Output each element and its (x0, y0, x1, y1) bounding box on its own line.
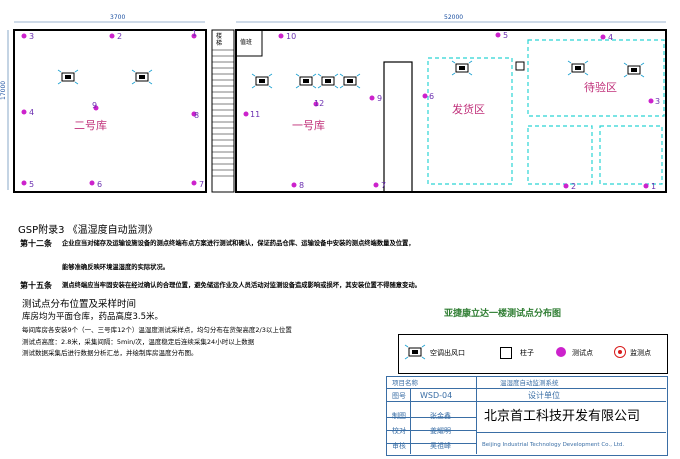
partition (383, 61, 413, 193)
article15-label: 第十五条 (20, 281, 52, 290)
zone-bottom-b (599, 125, 663, 185)
note-line4: 测试数据采集后进行数据分析汇总，并绘制库房温度分布图。 (22, 349, 198, 357)
point-label: 8 (299, 181, 305, 190)
room2-wall (13, 29, 207, 193)
point-label: 6 (429, 92, 435, 101)
dim-vertical: 17000 (0, 80, 7, 100)
legend-test-point-label: 测试点 (572, 349, 593, 357)
title-hline (476, 401, 666, 402)
gsp-header: GSP附录3 《温湿度自动监测》 (18, 225, 158, 236)
company-name-en: Beijing Industrial Technology Developmen… (482, 442, 625, 448)
article12-label: 第十二条 (20, 239, 52, 248)
stair-label: 楼梯 (216, 33, 223, 47)
drafter-label: 制图 (392, 412, 406, 420)
monitor-point-icon (614, 346, 626, 358)
room1-label: 一号库 (292, 119, 325, 132)
room2-label: 二号库 (74, 119, 107, 132)
pending-label: 待验区 (584, 81, 617, 94)
point-label: 10 (286, 32, 297, 41)
pending-zone (527, 39, 665, 117)
point-label: 7 (199, 180, 205, 189)
dim-right: 52000 (444, 14, 464, 21)
drawing-no-value: WSD-04 (420, 391, 453, 400)
design-unit-label: 设计单位 (528, 391, 560, 400)
drawing-no-label: 图号 (392, 392, 406, 400)
legend-monitor-point-label: 监测点 (630, 349, 651, 357)
note-line2: 每间库房各安装9个（一、三号库12个）温湿度测试采样点，均匀分布在货架高度2/3… (22, 326, 292, 334)
point-label: 4 (608, 33, 614, 42)
title-hline (476, 388, 666, 389)
point-label: 7 (381, 181, 387, 190)
approver-value: 吴祖峰 (430, 442, 451, 450)
article12-line2: 能够准确反映环境温湿度的实际状况。 (62, 264, 170, 271)
legend-ac-label: 空调出风口 (430, 349, 465, 357)
stair (211, 29, 235, 193)
article15-line1: 测点终端应当牢固安装在经过确认的合理位置，避免储运作业及人员活动对监测设备造成影… (62, 282, 421, 289)
pillar-icon (500, 347, 512, 359)
ac-icon (404, 344, 426, 360)
pillar (515, 61, 525, 71)
company-name: 北京首工科技开发有限公司 (484, 409, 641, 424)
ac-outlets (57, 60, 645, 89)
point-label: 2 (571, 182, 577, 191)
point-label: 2 (117, 32, 123, 41)
point-label: 5 (29, 180, 35, 189)
legend-pillar-label: 柱子 (520, 349, 534, 357)
checker-value: 姜耀明 (430, 427, 451, 435)
point-label: 9 (377, 94, 383, 103)
point-label: 1 (651, 182, 657, 191)
point-label: 4 (29, 108, 35, 117)
room1-wall (235, 29, 667, 193)
checker-label: 校对 (392, 427, 406, 435)
zone-bottom-a (527, 125, 593, 185)
approver-label: 审核 (392, 442, 406, 450)
shipping-label: 发货区 (452, 103, 485, 116)
diagram-title: 亚捷康立达一楼测试点分布图 (444, 309, 562, 319)
note-line1: 库房均为平面仓库，药品高度3.5米。 (22, 312, 164, 322)
drafter-value: 张金鑫 (430, 412, 451, 420)
title-hline (476, 432, 666, 433)
point-label: 9 (92, 101, 98, 110)
article12-line1: 企业应当对储存及运输设施设备的测点终端布点方案进行测试和确认，保证药品仓库、运输… (62, 240, 415, 247)
point-label: 1 (192, 29, 198, 38)
section-title: 测试点分布位置及采样时间 (22, 299, 137, 310)
point-label: 3 (655, 97, 661, 106)
office-label: 值班 (240, 39, 253, 46)
test-point-icon (556, 347, 566, 357)
test-points (21, 32, 654, 189)
dim-left: 3700 (110, 14, 126, 21)
point-label: 11 (250, 110, 261, 119)
shipping-zone (427, 57, 513, 185)
point-label: 3 (29, 32, 35, 41)
point-label: 5 (503, 31, 509, 40)
project-value: 温湿度自动监测系统 (500, 379, 559, 387)
point-label: 8 (194, 111, 200, 120)
project-label: 项目名称 (392, 379, 418, 387)
point-label: 12 (314, 99, 325, 108)
point-label: 6 (97, 180, 103, 189)
note-line3: 测试点高度：2.8米，采集间隔：5min/次，温度稳定后连续采集24小时以上数据 (22, 338, 255, 346)
